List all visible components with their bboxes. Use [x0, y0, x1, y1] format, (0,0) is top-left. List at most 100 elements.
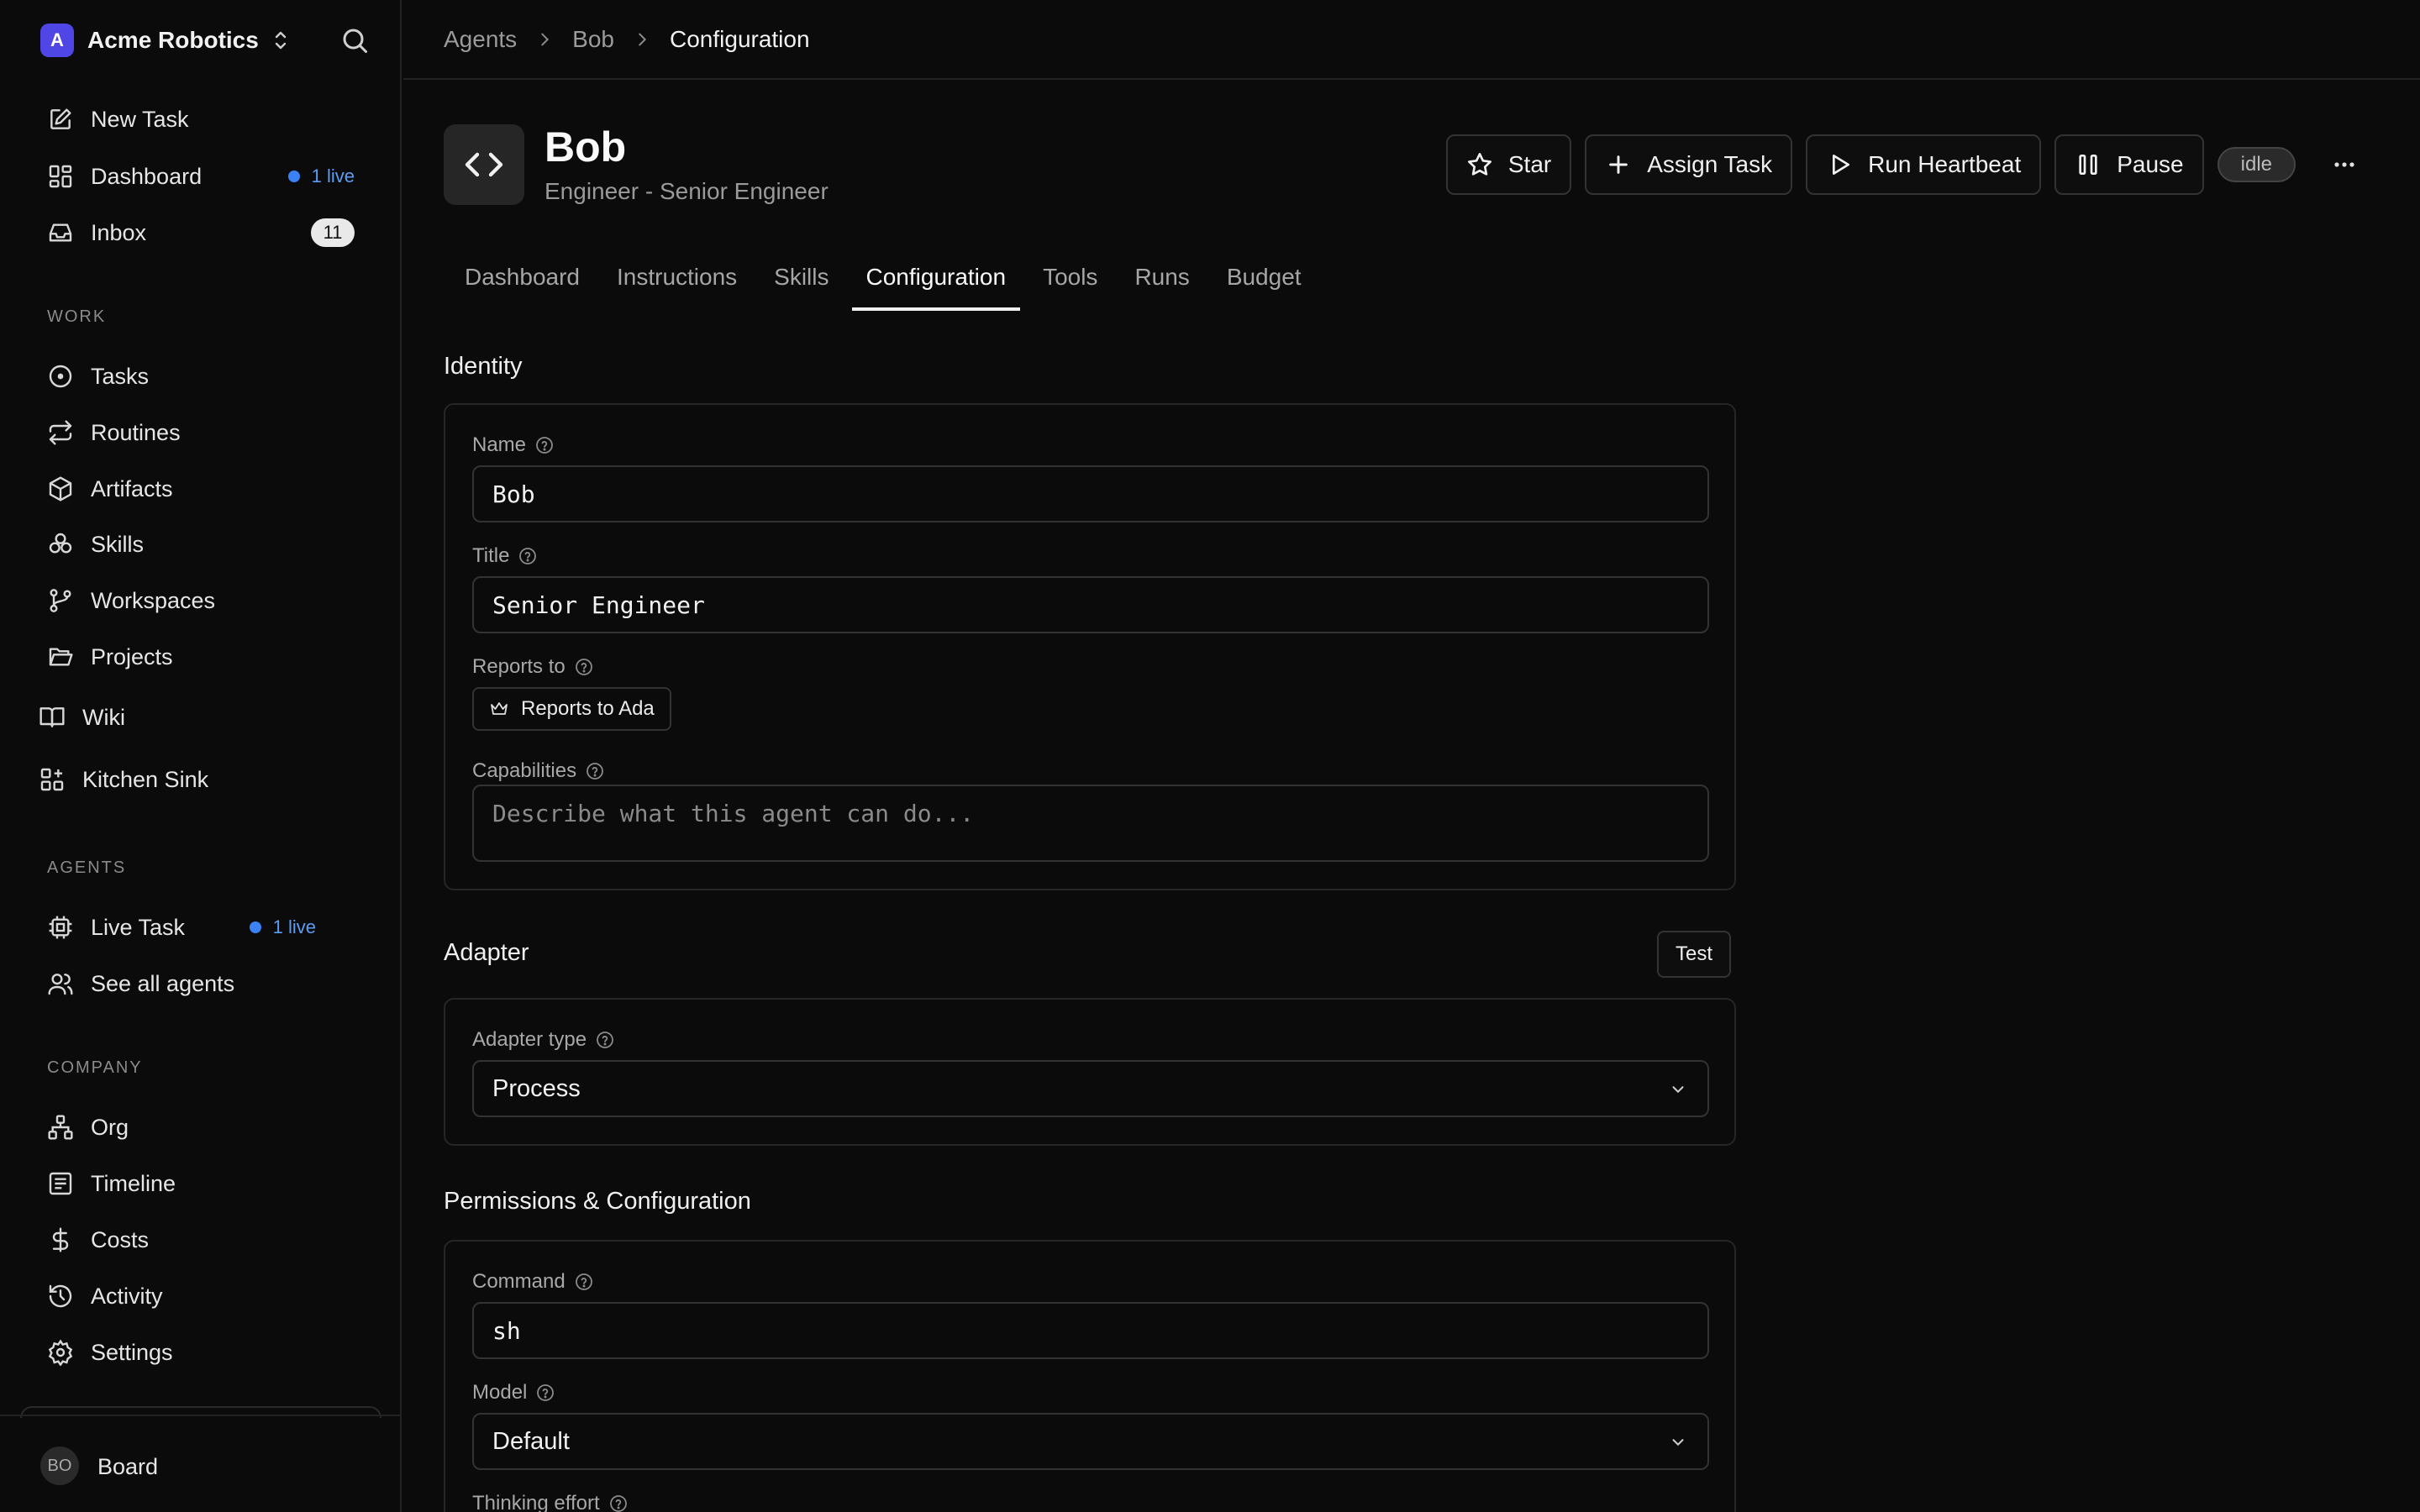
- chevrons-up-down-icon: [275, 31, 287, 50]
- nav-label: Artifacts: [91, 475, 173, 501]
- inbox-count-badge: 11: [311, 218, 355, 247]
- pencil-square-icon: [50, 108, 71, 129]
- tab-tools[interactable]: Tools: [1028, 250, 1112, 311]
- nav-routines[interactable]: Routines: [47, 411, 366, 454]
- breadcrumb-bob[interactable]: Bob: [572, 26, 614, 53]
- nav-settings[interactable]: Settings: [47, 1331, 366, 1374]
- nav-label: Costs: [91, 1226, 150, 1252]
- nav-activity[interactable]: Activity: [47, 1274, 366, 1318]
- nav-org[interactable]: Org: [47, 1105, 366, 1149]
- nav-live-task[interactable]: Live Task 1 live: [47, 906, 366, 949]
- nav-dashboard[interactable]: Dashboard 1 live: [47, 155, 366, 198]
- capabilities-label-text: Capabilities: [472, 759, 577, 782]
- nav-label: Skills: [91, 531, 145, 557]
- help-circle-icon[interactable]: [534, 435, 555, 455]
- section-label-agents: AGENTS: [47, 858, 127, 877]
- user-menu[interactable]: BO Board: [0, 1415, 402, 1512]
- agent-actions: Star Assign Task Run Heartbeat Pause idl…: [1445, 134, 2361, 195]
- nav-label: Timeline: [91, 1170, 176, 1196]
- help-circle-icon[interactable]: [574, 1272, 594, 1292]
- search-icon[interactable]: [339, 25, 370, 55]
- live-dot: [287, 171, 300, 182]
- adapter-type-select[interactable]: Process: [472, 1060, 1709, 1117]
- help-circle-icon[interactable]: [574, 657, 594, 677]
- tab-budget[interactable]: Budget: [1213, 250, 1316, 311]
- title-label: Title: [472, 544, 538, 568]
- nav-label: Dashboard: [91, 163, 203, 189]
- assign-task-button[interactable]: Assign Task: [1585, 134, 1793, 195]
- chevron-down-icon: [1672, 1086, 1684, 1094]
- tab-runs[interactable]: Runs: [1120, 250, 1203, 311]
- circle-dot-icon: [49, 365, 72, 388]
- nav-tasks[interactable]: Tasks: [47, 354, 366, 398]
- nav-costs[interactable]: Costs: [47, 1218, 366, 1262]
- star-icon: [1467, 153, 1491, 176]
- live-text: 1 live: [311, 165, 355, 186]
- nav-timeline[interactable]: Timeline: [47, 1162, 366, 1205]
- command-input[interactable]: sh: [472, 1302, 1709, 1359]
- pause-label: Pause: [2117, 151, 2184, 177]
- capabilities-textarea[interactable]: Describe what this agent can do...: [472, 785, 1709, 862]
- help-circle-icon[interactable]: [585, 761, 605, 781]
- reports-to-select[interactable]: Reports to Ada: [472, 687, 671, 731]
- pause-button[interactable]: Pause: [2054, 134, 2204, 195]
- workspace-switcher[interactable]: A Acme Robotics: [40, 22, 370, 59]
- dollar-icon: [52, 1227, 69, 1252]
- user-name: Board: [97, 1454, 159, 1479]
- title-label-text: Title: [472, 544, 510, 567]
- help-circle-icon[interactable]: [595, 1030, 615, 1050]
- nav-label: New Task: [91, 106, 189, 132]
- live-dot: [249, 921, 261, 933]
- live-text: 1 live: [272, 916, 316, 937]
- name-input[interactable]: Bob: [472, 465, 1709, 522]
- layout-grid-plus-icon: [40, 768, 64, 791]
- adapter-type-value: Process: [492, 1074, 581, 1102]
- nav-label: Routines: [91, 419, 181, 445]
- more-options-button[interactable]: [2328, 148, 2361, 181]
- nav-projects[interactable]: Projects: [47, 635, 366, 679]
- nav-wiki[interactable]: Wiki: [39, 696, 358, 739]
- nav-workspaces[interactable]: Workspaces: [47, 579, 366, 622]
- workspace-name: Acme Robotics: [87, 27, 259, 53]
- network-icon: [48, 1115, 73, 1140]
- nav-label: Kitchen Sink: [82, 766, 209, 792]
- help-circle-icon[interactable]: [535, 1383, 555, 1403]
- nav-label: Tasks: [91, 363, 150, 389]
- help-circle-icon[interactable]: [518, 546, 538, 566]
- model-select[interactable]: Default: [472, 1413, 1709, 1470]
- repeat-icon: [49, 420, 72, 445]
- gear-icon: [48, 1339, 73, 1366]
- workspace-logo: A: [40, 24, 74, 57]
- box-icon: [49, 476, 72, 501]
- tab-dashboard[interactable]: Dashboard: [450, 250, 594, 311]
- tab-instructions[interactable]: Instructions: [602, 250, 751, 311]
- nav-skills[interactable]: Skills: [47, 522, 366, 566]
- reports-to-label: Reports to: [472, 655, 594, 679]
- model-label: Model: [472, 1381, 555, 1404]
- nav-new-task[interactable]: New Task: [47, 97, 366, 141]
- title-input[interactable]: Senior Engineer: [472, 576, 1709, 633]
- nav-label: Live Task: [91, 914, 186, 940]
- nav-label: Wiki: [82, 704, 125, 730]
- nav-artifacts[interactable]: Artifacts: [47, 467, 366, 511]
- agent-subtitle: Engineer - Senior Engineer: [544, 178, 829, 204]
- nav-label: Settings: [91, 1339, 173, 1365]
- assign-task-label: Assign Task: [1647, 151, 1773, 177]
- thinking-effort-label-text: Thinking effort: [472, 1492, 600, 1512]
- help-circle-icon[interactable]: [608, 1494, 629, 1512]
- tab-skills[interactable]: Skills: [760, 250, 843, 311]
- section-label-work: WORK: [47, 307, 107, 326]
- plus-icon: [1609, 155, 1628, 174]
- nav-inbox[interactable]: Inbox 11: [47, 211, 366, 255]
- code-icon: [465, 152, 503, 177]
- breadcrumb: Agents Bob Configuration: [403, 0, 2420, 80]
- live-indicator: 1 live: [287, 165, 355, 187]
- breadcrumb-agents[interactable]: Agents: [444, 26, 517, 53]
- adapter-card: Adapter type Process: [444, 998, 1736, 1146]
- test-adapter-button[interactable]: Test: [1657, 931, 1732, 978]
- run-heartbeat-button[interactable]: Run Heartbeat: [1806, 134, 2042, 195]
- nav-kitchen-sink[interactable]: Kitchen Sink: [39, 758, 358, 801]
- tab-configuration[interactable]: Configuration: [851, 250, 1021, 311]
- star-button[interactable]: Star: [1445, 134, 1572, 195]
- nav-see-all-agents[interactable]: See all agents: [47, 962, 366, 1005]
